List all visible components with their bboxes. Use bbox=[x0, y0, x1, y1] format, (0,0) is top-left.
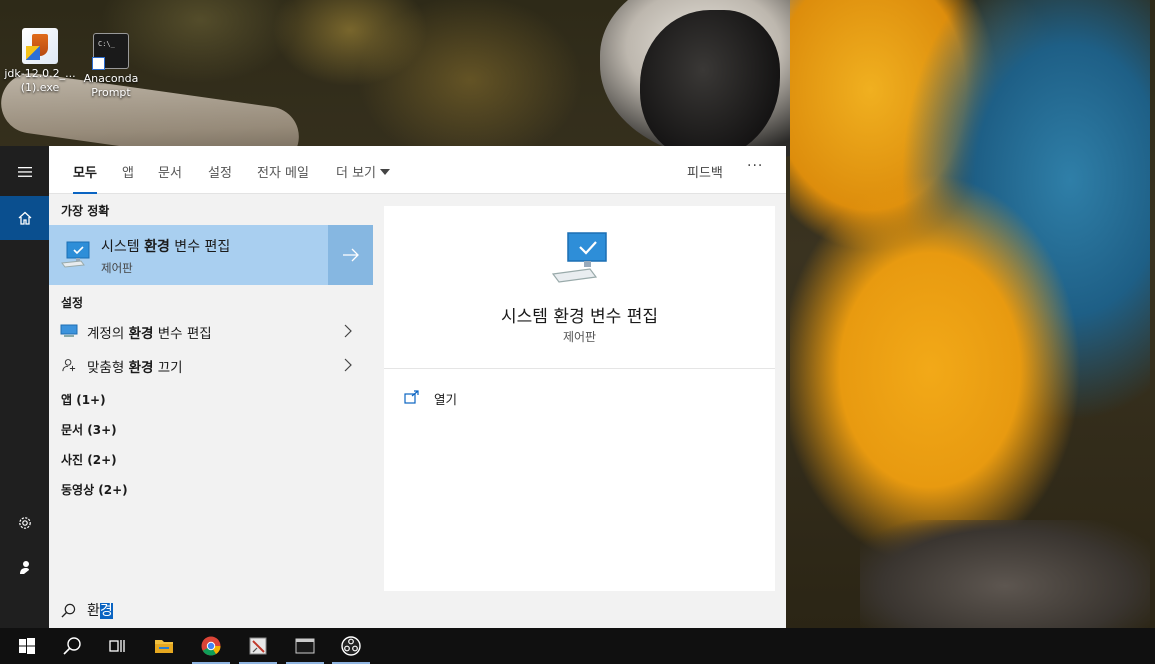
taskbar-terminal[interactable] bbox=[282, 628, 328, 664]
chrome-icon bbox=[201, 636, 221, 656]
best-match-item[interactable]: 시스템 환경 변수 편집 제어판 bbox=[49, 225, 328, 285]
tab-apps[interactable]: 앱 bbox=[122, 162, 134, 194]
tab-more-label: 더 보기 bbox=[336, 166, 377, 181]
home-button[interactable] bbox=[0, 196, 49, 240]
desktop-icon-label: Prompt bbox=[91, 86, 131, 99]
chevron-right-icon bbox=[344, 358, 352, 372]
monitor-icon bbox=[60, 324, 78, 337]
result-preview-pane: 시스템 환경 변수 편집 제어판 열기 bbox=[384, 206, 775, 591]
settings-result-label-bold: 환경 bbox=[128, 360, 154, 376]
system-monitor-icon bbox=[552, 232, 607, 283]
windows-start-icon bbox=[19, 638, 35, 654]
paint-app-icon bbox=[249, 637, 267, 655]
chevron-right-icon bbox=[344, 324, 352, 338]
taskbar-obs[interactable] bbox=[328, 628, 374, 664]
more-options-button[interactable]: ··· bbox=[747, 158, 763, 174]
start-menu-rail bbox=[0, 146, 49, 628]
settings-button[interactable] bbox=[0, 501, 49, 545]
category-apps[interactable]: 앱 (1+) bbox=[61, 391, 106, 408]
settings-result-label-pre: 계정의 bbox=[87, 326, 129, 342]
results-list: 가장 정확 시스템 환경 변수 편집 제어판 설정 계정의 환경 변수 편집 맞… bbox=[49, 194, 373, 592]
settings-result-label: 계정의 환경 변수 편집 bbox=[87, 322, 212, 342]
desktop-icon-label: jdk-12.0.2_... bbox=[4, 67, 76, 80]
settings-result-item[interactable]: 맞춤형 환경 끄기 bbox=[49, 349, 373, 381]
settings-section-header: 설정 bbox=[61, 296, 84, 310]
caret-down-icon bbox=[380, 169, 391, 175]
obs-icon bbox=[341, 636, 361, 656]
settings-result-label-bold: 환경 bbox=[128, 326, 154, 342]
best-match-subtitle: 제어판 bbox=[101, 261, 133, 275]
best-match-title-pre: 시스템 bbox=[101, 239, 145, 255]
search-query-selected: 경 bbox=[99, 603, 113, 619]
user-icon bbox=[19, 561, 29, 574]
taskbar bbox=[0, 628, 1155, 664]
tab-documents[interactable]: 문서 bbox=[158, 162, 182, 194]
settings-result-label: 맞춤형 환경 끄기 bbox=[87, 356, 183, 376]
person-sparkle-icon bbox=[62, 359, 76, 372]
settings-result-label-pre: 맞춤형 bbox=[87, 360, 129, 376]
user-account-button[interactable] bbox=[0, 545, 49, 589]
search-box[interactable]: 환경 bbox=[49, 592, 786, 628]
search-tabs-bar: 모두 앱 문서 설정 전자 메일 더 보기 피드백 ··· bbox=[49, 146, 786, 194]
command-prompt-shortcut-icon bbox=[92, 33, 129, 70]
open-external-icon bbox=[404, 390, 419, 404]
hamburger-icon bbox=[17, 167, 32, 177]
settings-result-label-post: 변수 편집 bbox=[153, 326, 212, 342]
preview-divider bbox=[384, 368, 775, 369]
category-photos[interactable]: 사진 (2+) bbox=[61, 451, 117, 468]
tab-all[interactable]: 모두 bbox=[73, 162, 97, 194]
preview-title: 시스템 환경 변수 편집 bbox=[501, 307, 658, 327]
settings-result-label-post: 끄기 bbox=[153, 360, 183, 376]
tab-more[interactable]: 더 보기 bbox=[336, 162, 391, 194]
tab-email[interactable]: 전자 메일 bbox=[257, 162, 309, 194]
terminal-icon bbox=[295, 638, 315, 654]
search-query-unselected: 환 bbox=[87, 603, 100, 619]
search-query-text[interactable]: 환경 bbox=[87, 600, 113, 620]
search-icon bbox=[63, 637, 81, 655]
best-match-expand-button[interactable] bbox=[328, 225, 373, 285]
start-button[interactable] bbox=[4, 628, 50, 664]
tab-settings[interactable]: 설정 bbox=[208, 162, 232, 194]
search-icon bbox=[61, 603, 76, 618]
best-match-header: 가장 정확 bbox=[61, 204, 110, 218]
task-view-icon bbox=[109, 640, 125, 652]
desktop-icon-label: (1).exe bbox=[20, 81, 60, 94]
category-videos[interactable]: 동영상 (2+) bbox=[61, 481, 128, 498]
gear-icon bbox=[18, 517, 31, 529]
task-view-button[interactable] bbox=[94, 628, 140, 664]
expand-menu-button[interactable] bbox=[0, 150, 49, 194]
wallpaper-parrot-feet bbox=[860, 520, 1150, 630]
category-documents[interactable]: 문서 (3+) bbox=[61, 421, 117, 438]
search-panel: 모두 앱 문서 설정 전자 메일 더 보기 피드백 ··· 가장 정확 시스템 … bbox=[49, 146, 786, 628]
taskbar-search-button[interactable] bbox=[49, 628, 95, 664]
best-match-title: 시스템 환경 변수 편집 bbox=[101, 236, 230, 256]
taskbar-chrome[interactable] bbox=[188, 628, 234, 664]
best-match-title-post: 변수 편집 bbox=[169, 239, 231, 255]
preview-subtitle: 제어판 bbox=[562, 330, 597, 344]
desktop-icon-anaconda-prompt[interactable]: Anaconda Prompt bbox=[73, 33, 149, 100]
settings-result-item[interactable]: 계정의 환경 변수 편집 bbox=[49, 315, 373, 347]
arrow-right-icon bbox=[342, 248, 359, 262]
feedback-button[interactable]: 피드백 bbox=[687, 162, 723, 181]
best-match-title-bold: 환경 bbox=[144, 239, 170, 255]
java-installer-icon bbox=[22, 28, 58, 64]
open-action-label: 열기 bbox=[434, 392, 458, 407]
desktop-icon-jdk-installer[interactable]: jdk-12.0.2_... (1).exe bbox=[2, 28, 78, 95]
desktop-icon-label: Anaconda bbox=[83, 72, 139, 85]
file-explorer-icon bbox=[155, 640, 173, 653]
taskbar-file-explorer[interactable] bbox=[141, 628, 187, 664]
home-icon bbox=[18, 211, 31, 225]
taskbar-paint-app[interactable] bbox=[235, 628, 281, 664]
system-monitor-icon bbox=[61, 241, 90, 268]
